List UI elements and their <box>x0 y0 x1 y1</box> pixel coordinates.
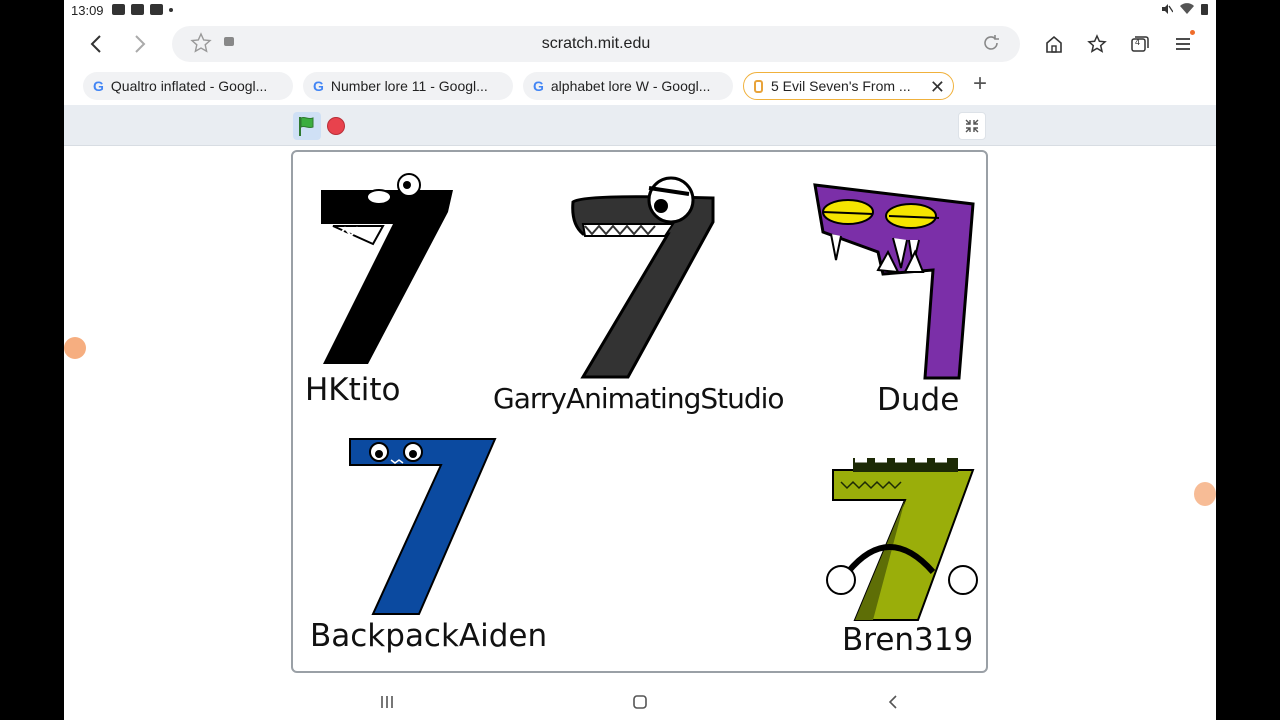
label-hktito: HKtito <box>305 372 401 408</box>
url-text: scratch.mit.edu <box>541 35 651 52</box>
menu-button[interactable] <box>1171 30 1195 56</box>
tab-evil-sevens[interactable]: 5 Evil Seven's From ... ✕ <box>743 72 954 100</box>
back-nav-button[interactable] <box>878 688 908 716</box>
label-bren319: Bren319 <box>842 622 974 658</box>
close-tab-icon[interactable]: ✕ <box>930 77 945 98</box>
tab-label: alphabet lore W - Googl... <box>550 78 711 94</box>
dude-seven-sprite <box>813 183 975 380</box>
chevron-left-icon <box>90 35 101 53</box>
google-icon: G <box>313 78 324 94</box>
google-icon: G <box>533 78 544 94</box>
stop-button[interactable] <box>327 117 345 135</box>
hktito-seven-sprite <box>321 173 453 364</box>
notification-icons <box>112 4 173 15</box>
wifi-icon <box>1180 3 1194 15</box>
battery-icon <box>1201 4 1208 15</box>
chevron-right-icon <box>135 35 146 53</box>
star-list-icon <box>1087 34 1107 53</box>
bren319-seven-sprite <box>826 457 978 621</box>
edge-panel-handle[interactable] <box>64 337 86 359</box>
more-notifications-icon <box>169 7 173 12</box>
gallery-icon <box>150 4 163 15</box>
back-chevron-icon <box>888 695 897 709</box>
tab-qualtro[interactable]: G Qualtro inflated - Googl... <box>83 72 293 100</box>
tab-count: 4 <box>1135 37 1141 47</box>
home-button[interactable] <box>1042 32 1066 56</box>
tab-number-lore[interactable]: G Number lore 11 - Googl... <box>303 72 513 100</box>
home-icon <box>1046 35 1062 53</box>
home-nav-button[interactable] <box>625 688 655 716</box>
back-button[interactable] <box>82 30 110 58</box>
recents-icon <box>381 696 393 708</box>
scratch-stage[interactable]: HKtito GarryAnimatingStudio Dude Backpac… <box>291 150 988 673</box>
tabs-button[interactable]: 4 <box>1128 32 1152 56</box>
browser-screen: 13:09 scratch.mit.edu 4 G Qualtro inflat… <box>64 0 1216 720</box>
green-flag-icon <box>299 116 314 136</box>
new-tab-button[interactable]: + <box>968 72 992 96</box>
backpack-aiden-seven-sprite <box>349 438 497 615</box>
browser-toolbar: scratch.mit.edu 4 <box>64 22 1216 66</box>
label-backpack-aiden: BackpackAiden <box>310 618 548 654</box>
exit-fullscreen-button[interactable] <box>958 112 986 140</box>
tab-strip: G Qualtro inflated - Googl... G Number l… <box>64 70 1216 102</box>
forward-button[interactable] <box>126 30 154 58</box>
system-icons <box>1161 3 1208 15</box>
screenshot-handle[interactable] <box>1194 482 1216 506</box>
video-icon <box>112 4 125 15</box>
address-bar[interactable]: scratch.mit.edu <box>172 26 1020 62</box>
scratch-icon <box>754 79 763 93</box>
tab-label: 5 Evil Seven's From ... <box>771 78 911 94</box>
scratch-player-controls <box>64 105 1216 146</box>
reload-icon[interactable] <box>980 32 1002 54</box>
tab-alphabet-lore[interactable]: G alphabet lore W - Googl... <box>523 72 733 100</box>
status-bar: 13:09 <box>64 0 1216 22</box>
mute-icon <box>1162 4 1173 14</box>
recent-apps-button[interactable] <box>372 688 402 716</box>
collapse-icon <box>965 119 979 133</box>
hamburger-menu-icon <box>1176 38 1190 50</box>
garry-seven-sprite <box>571 176 715 379</box>
notification-dot <box>1190 30 1195 35</box>
system-navigation-bar <box>64 684 1216 720</box>
label-garry: GarryAnimatingStudio <box>493 382 785 415</box>
home-square-icon <box>633 695 647 709</box>
bookmarks-button[interactable] <box>1085 32 1109 56</box>
mail-icon <box>131 4 144 15</box>
green-flag-button[interactable] <box>293 112 321 140</box>
tab-label: Number lore 11 - Googl... <box>330 78 488 94</box>
clock: 13:09 <box>71 3 104 18</box>
label-dude: Dude <box>877 382 960 418</box>
tab-label: Qualtro inflated - Googl... <box>110 78 268 94</box>
google-icon: G <box>93 78 104 94</box>
